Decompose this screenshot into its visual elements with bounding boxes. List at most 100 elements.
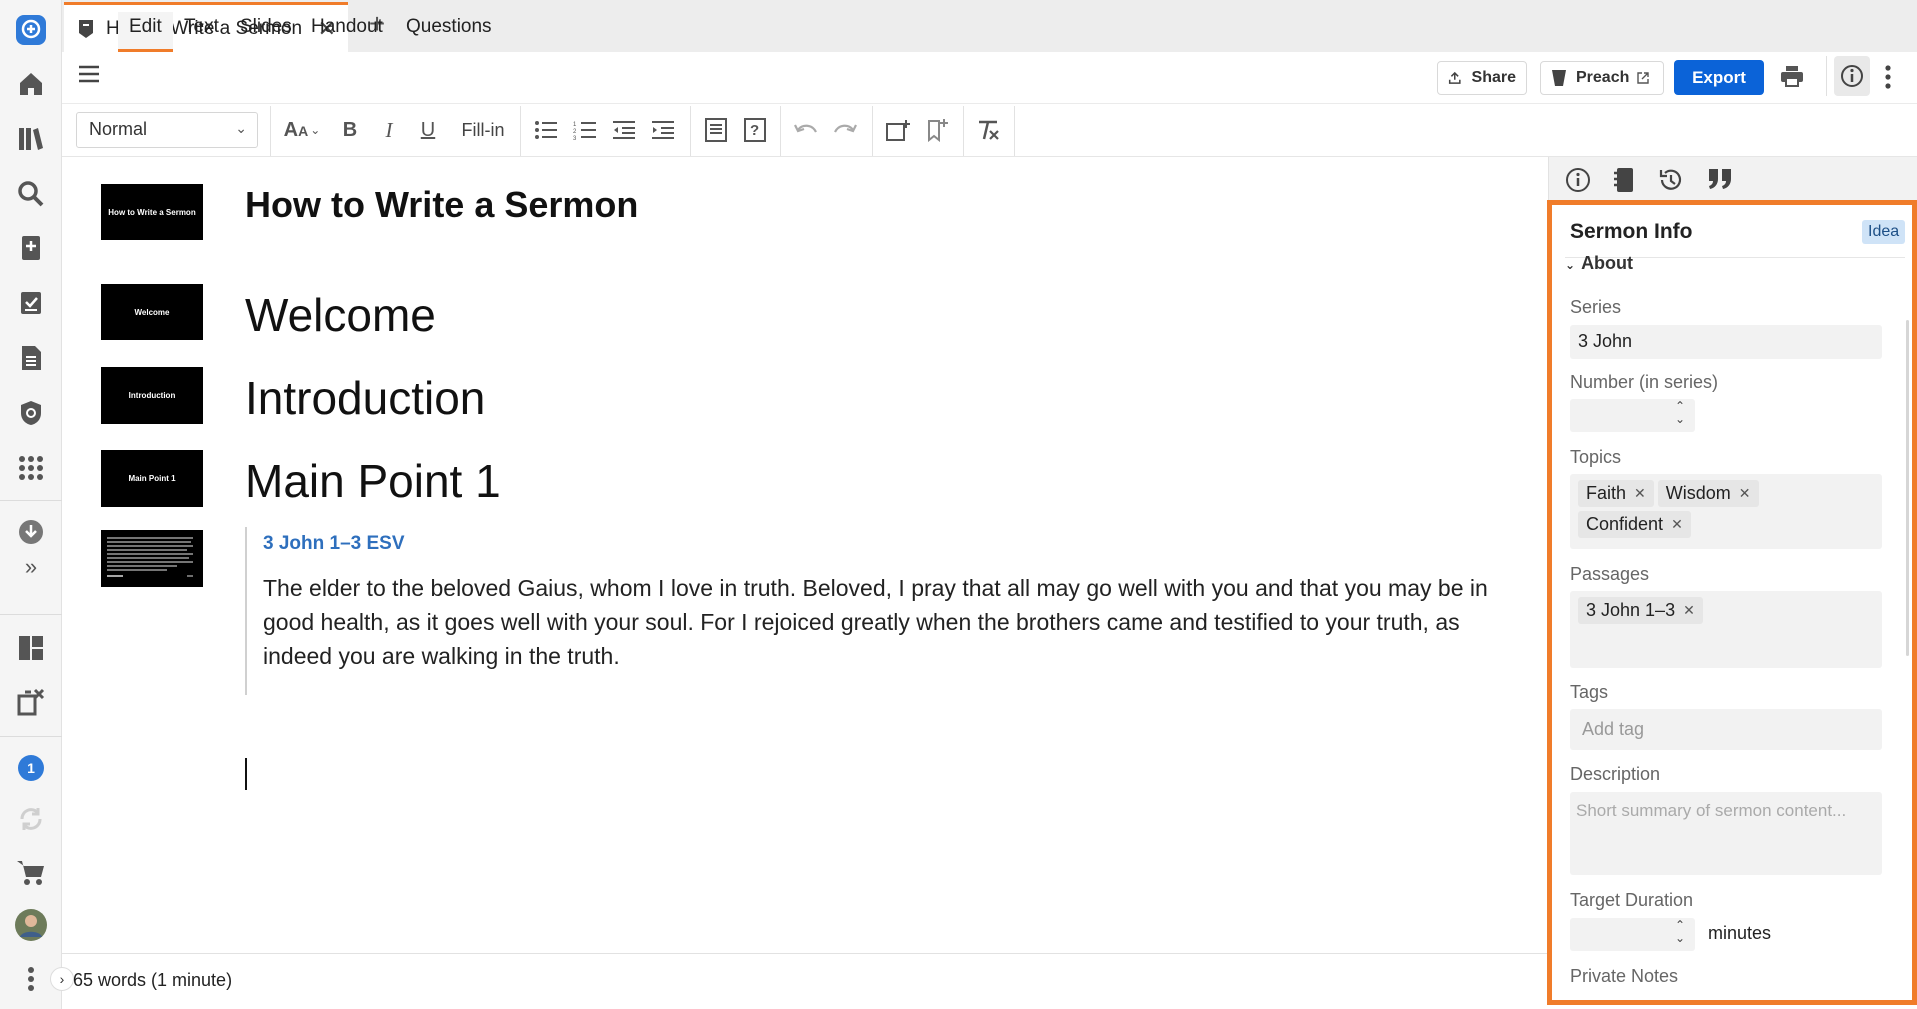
outdent-icon[interactable] [609, 115, 639, 145]
tab-slides[interactable]: Slides [240, 16, 292, 56]
panel-scrollbar[interactable] [1906, 320, 1909, 656]
heading-main-point-1[interactable]: Main Point 1 [245, 454, 501, 508]
series-field[interactable]: 3 John [1570, 325, 1882, 359]
remove-icon[interactable]: ✕ [1739, 485, 1751, 502]
slide-thumb-introduction[interactable]: Introduction [101, 367, 203, 424]
description-textarea[interactable]: Short summary of sermon content... [1570, 792, 1882, 875]
scripture-text[interactable]: The elder to the beloved Gaius, whom I l… [263, 571, 1505, 673]
number-stepper[interactable]: ⌃ ⌄ [1570, 399, 1695, 432]
chevron-down-icon: ⌄ [235, 120, 247, 136]
shield-icon[interactable] [0, 391, 62, 435]
text-cursor [245, 758, 247, 790]
quote-icon[interactable] [1707, 167, 1733, 191]
add-slide-icon[interactable] [883, 115, 913, 145]
avatar[interactable] [0, 903, 62, 947]
slide-thumb-welcome[interactable]: Welcome [101, 284, 203, 340]
status-badge: Idea [1862, 220, 1906, 244]
slide-thumb-main-point-1[interactable]: Main Point 1 [101, 450, 203, 507]
about-section-toggle[interactable]: ⌄ About [1565, 253, 1633, 274]
preach-button[interactable]: Preach [1540, 61, 1664, 95]
info-icon[interactable] [1565, 167, 1591, 193]
svg-text:3: 3 [573, 136, 577, 140]
clear-format-icon[interactable] [973, 115, 1003, 145]
remove-icon[interactable]: ✕ [1634, 485, 1646, 502]
redo-icon[interactable] [830, 115, 860, 145]
preach-icon [1552, 70, 1566, 86]
passages-field[interactable]: 3 John 1–3 ✕ [1570, 591, 1882, 668]
topics-field[interactable]: Faith ✕ Wisdom ✕ Confident ✕ [1570, 474, 1882, 549]
topic-chip[interactable]: Wisdom ✕ [1657, 480, 1759, 507]
font-size-icon[interactable]: AA ⌄ [282, 115, 322, 145]
paragraph-style-select[interactable]: Normal ⌄ [76, 112, 258, 148]
slide-thumb-scripture[interactable] [101, 530, 203, 587]
indent-icon[interactable] [648, 115, 678, 145]
scripture-reference[interactable]: 3 John 1–3 ESV [263, 533, 1505, 555]
series-label: Series [1570, 297, 1622, 317]
underline-icon[interactable]: U [413, 115, 443, 145]
apps-icon[interactable] [0, 446, 62, 490]
fill-in-button[interactable]: Fill-in [455, 115, 511, 145]
tags-input[interactable]: Add tag [1570, 709, 1882, 750]
cart-icon[interactable] [0, 850, 62, 894]
stepper-arrows-icon[interactable]: ⌃ ⌄ [1675, 919, 1685, 945]
word-count: 65 words (1 minute) [73, 970, 233, 990]
duration-stepper[interactable]: ⌃ ⌄ [1570, 918, 1695, 951]
share-icon [1448, 71, 1461, 84]
info-toggle-icon[interactable] [1834, 56, 1870, 96]
notebook-icon[interactable] [1613, 167, 1635, 193]
print-icon[interactable] [1780, 65, 1804, 87]
home-icon[interactable] [0, 62, 62, 106]
slide-thumb-title[interactable]: How to Write a Sermon [101, 184, 203, 240]
question-block-icon[interactable]: ? [740, 115, 770, 145]
search-icon[interactable] [0, 172, 62, 216]
bullet-list-icon[interactable] [531, 115, 561, 145]
share-button[interactable]: Share [1437, 61, 1527, 95]
tab-handout[interactable]: Handout [311, 16, 383, 56]
style-value: Normal [89, 119, 148, 139]
status-bar [62, 953, 1547, 1009]
layout-icon[interactable] [0, 626, 62, 670]
heading-introduction[interactable]: Introduction [245, 371, 485, 425]
export-button[interactable]: Export [1674, 60, 1764, 95]
bold-icon[interactable]: B [335, 115, 365, 145]
hamburger-menu-icon[interactable] [78, 64, 100, 84]
italic-icon[interactable]: I [374, 115, 404, 145]
passage-chip[interactable]: 3 John 1–3 ✕ [1578, 597, 1703, 624]
tab-text[interactable]: Text [184, 16, 219, 56]
left-rail: » 1 [0, 0, 62, 1009]
badge-icon[interactable]: 1 [0, 746, 62, 790]
scripture-block[interactable]: 3 John 1–3 ESV The elder to the beloved … [245, 527, 1505, 695]
add-note-icon[interactable] [0, 226, 62, 270]
duration-label: Target Duration [1570, 890, 1694, 910]
sync-icon[interactable] [0, 797, 62, 841]
bookmark-add-icon[interactable] [922, 115, 952, 145]
checklist-icon[interactable] [0, 281, 62, 325]
remove-icon[interactable]: ✕ [1683, 602, 1695, 619]
document-icon[interactable] [0, 336, 62, 380]
external-link-icon [1637, 72, 1650, 84]
sermon-title[interactable]: How to Write a Sermon [245, 184, 638, 226]
history-icon[interactable] [1658, 167, 1684, 193]
topic-label: Confident [1586, 514, 1664, 534]
about-label: About [1581, 253, 1634, 273]
remove-icon[interactable]: ✕ [1671, 516, 1683, 533]
library-icon[interactable] [0, 117, 62, 161]
chevron-right-icon[interactable]: › [50, 967, 74, 991]
heading-welcome[interactable]: Welcome [245, 288, 436, 342]
kebab-menu-icon[interactable] [1884, 64, 1892, 90]
topic-chip[interactable]: Faith ✕ [1578, 480, 1654, 507]
numbered-list-icon[interactable]: 123 [570, 115, 600, 145]
undo-icon[interactable] [791, 115, 821, 145]
passages-label: Passages [1570, 564, 1650, 584]
tags-label: Tags [1570, 682, 1609, 702]
tab-edit[interactable]: Edit [118, 12, 173, 52]
logo-icon[interactable] [0, 8, 62, 52]
tab-questions[interactable]: Questions [406, 16, 492, 56]
expand-icon[interactable]: » [0, 545, 62, 589]
topic-chip[interactable]: Confident ✕ [1578, 511, 1691, 538]
block-icon[interactable] [701, 115, 731, 145]
stepper-arrows-icon[interactable]: ⌃ ⌄ [1675, 400, 1685, 426]
svg-text:?: ? [750, 122, 759, 139]
number-label: Number (in series) [1570, 372, 1719, 392]
copy-close-icon[interactable] [0, 680, 62, 724]
